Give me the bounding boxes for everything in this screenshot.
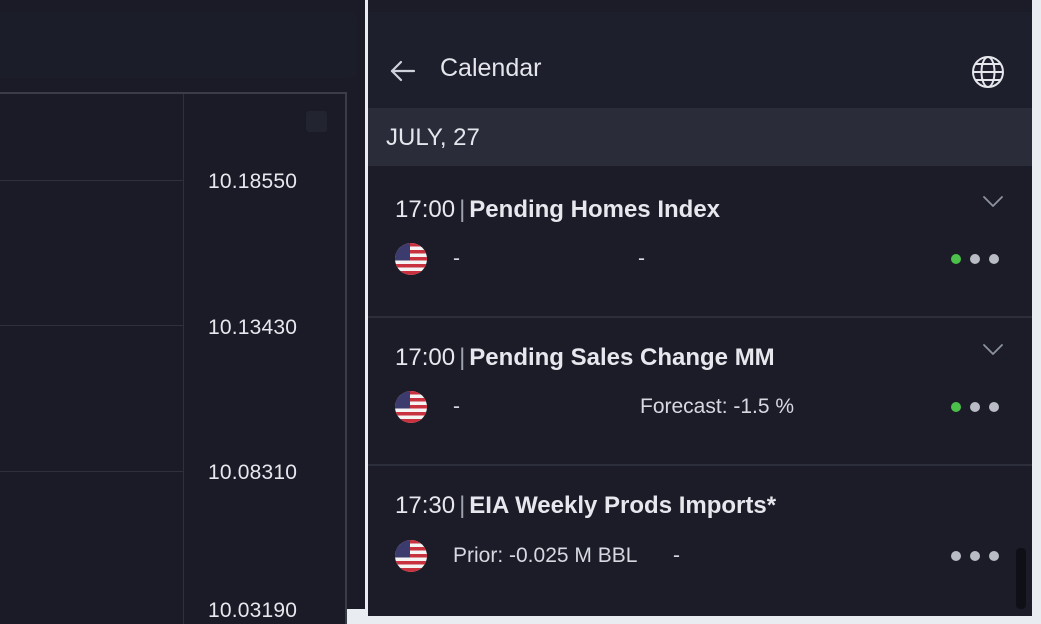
axis-settings-button[interactable] <box>306 111 327 132</box>
calendar-panel: Calendar JULY, 27 17:00 | Pending Homes In… <box>368 0 1032 616</box>
chevron-down-icon[interactable] <box>982 195 1004 209</box>
importance-dot <box>989 551 999 561</box>
scrollbar[interactable] <box>1016 548 1026 609</box>
us-flag-icon <box>395 243 427 275</box>
price-axis-label: 10.08310 <box>208 461 298 484</box>
event-separator: | <box>459 196 466 223</box>
date-label: JULY, 27 <box>386 124 480 151</box>
chart-toolbar <box>0 12 357 78</box>
calendar-header: Calendar <box>368 12 1032 108</box>
calendar-event[interactable]: 17:00 | Pending Sales Change MM - Forecast… <box>368 318 1032 466</box>
importance-dot <box>989 402 999 412</box>
event-forecast: - <box>638 247 645 270</box>
importance-dot <box>951 254 961 264</box>
panel-title: Calendar <box>440 54 542 82</box>
event-title: 17:00 | Pending Sales Change MM <box>395 344 775 372</box>
event-separator: | <box>459 344 466 371</box>
event-forecast: Forecast: -1.5 % <box>640 395 795 418</box>
arrow-left-icon[interactable] <box>388 56 418 86</box>
date-header: JULY, 27 <box>368 108 1032 166</box>
price-axis-label: 10.13430 <box>208 316 298 339</box>
importance-dot <box>970 254 980 264</box>
importance-indicator <box>951 254 999 264</box>
event-time: 17:00 <box>395 196 456 223</box>
price-axis-label: 10.18550 <box>208 170 298 193</box>
importance-dot <box>951 402 961 412</box>
importance-indicator <box>951 551 999 561</box>
event-name: Pending Homes Index <box>469 196 721 223</box>
event-prior: - <box>453 395 460 418</box>
globe-icon[interactable] <box>970 54 1006 90</box>
event-time: 17:30 <box>395 492 456 519</box>
event-prior: - <box>453 247 460 270</box>
event-prior: Prior: -0.025 M BBL <box>453 544 638 567</box>
calendar-event[interactable]: 17:00 | Pending Homes Index - - <box>368 170 1032 318</box>
event-title: 17:00 | Pending Homes Index <box>395 196 720 224</box>
event-name: Pending Sales Change MM <box>469 344 775 371</box>
price-axis-divider <box>183 94 184 624</box>
event-forecast: - <box>673 544 680 567</box>
grid-line <box>0 325 183 326</box>
importance-dot <box>951 551 961 561</box>
importance-dot <box>989 254 999 264</box>
importance-dot <box>970 402 980 412</box>
importance-dot <box>970 551 980 561</box>
us-flag-icon <box>395 391 427 423</box>
grid-line <box>0 180 183 181</box>
event-separator: | <box>459 492 466 519</box>
event-name: EIA Weekly Prods Imports* <box>469 492 777 519</box>
price-axis-label: 10.03190 <box>208 599 298 622</box>
chevron-down-icon[interactable] <box>982 343 1004 357</box>
importance-indicator <box>951 402 999 412</box>
event-title: 17:30 | EIA Weekly Prods Imports* <box>395 492 776 520</box>
grid-line <box>0 471 183 472</box>
chart-canvas[interactable]: 10.18550 10.13430 10.08310 10.03190 <box>0 92 347 624</box>
window-edge <box>1032 0 1041 609</box>
chart-panel: 10.18550 10.13430 10.08310 10.03190 <box>0 0 365 624</box>
calendar-event[interactable]: 17:30 | EIA Weekly Prods Imports* Prior: -… <box>368 466 1032 616</box>
us-flag-icon <box>395 540 427 572</box>
event-time: 17:00 <box>395 344 456 371</box>
